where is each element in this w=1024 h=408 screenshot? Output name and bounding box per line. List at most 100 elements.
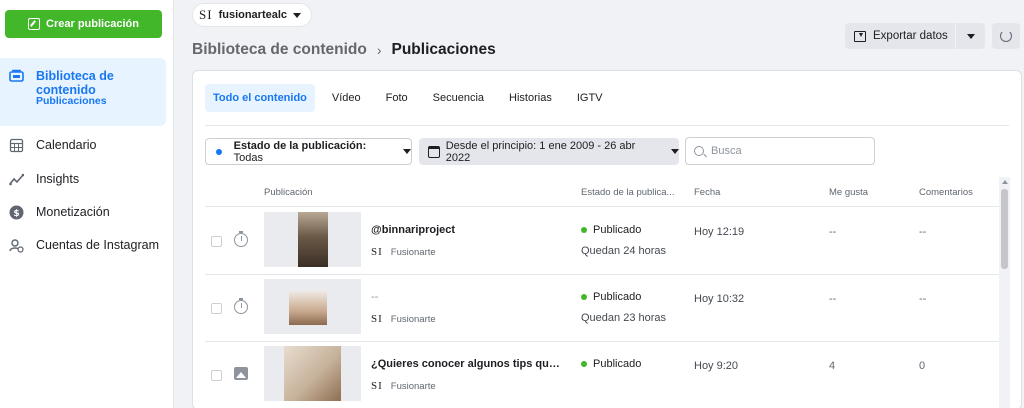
time-remaining: Quedan 23 horas [581, 312, 667, 324]
post-thumbnail[interactable] [264, 279, 361, 334]
sidebar-item-label: Biblioteca de contenido [36, 69, 114, 97]
post-account: SI Fusionarte [371, 246, 436, 258]
sidebar-item-content-library[interactable]: Biblioteca de contenido Publicaciones [0, 58, 166, 126]
post-comments: 0 [919, 360, 926, 372]
clock-icon [234, 298, 249, 315]
dollar-icon: $ [9, 205, 24, 219]
post-thumbnail[interactable] [264, 346, 361, 401]
svg-text:$: $ [13, 209, 19, 219]
tab-all-content[interactable]: Todo el contenido [205, 84, 315, 112]
post-date: Hoy 10:32 [694, 293, 745, 305]
export-label: Exportar datos [873, 30, 948, 42]
tab-carousel[interactable]: Secuencia [425, 84, 492, 112]
time-remaining: Quedan 24 horas [581, 245, 667, 257]
tab-photo[interactable]: Foto [378, 84, 416, 112]
account-logo: SI [371, 313, 383, 325]
published-dot-icon [581, 361, 587, 367]
scrollbar-thumb[interactable] [1001, 189, 1008, 269]
status-badge: Publicado [581, 291, 641, 303]
page-title: Publicaciones [391, 41, 496, 58]
date-range-label: Desde el principio: 1 ene 2009 - 26 abr … [445, 139, 636, 164]
post-comments: -- [919, 226, 927, 238]
status-filter-text: Estado de la publicación: Todas [234, 140, 388, 164]
calendar-icon [9, 138, 24, 152]
download-icon [854, 30, 866, 42]
column-header-comments[interactable]: Comentarios [919, 187, 973, 198]
sidebar-item-instagram-accounts[interactable]: Cuentas de Instagram [0, 230, 166, 260]
refresh-icon [1000, 30, 1012, 42]
search-input[interactable] [711, 145, 861, 157]
create-post-button[interactable]: Crear publicación [5, 10, 162, 38]
tab-igtv[interactable]: IGTV [569, 84, 611, 112]
sidebar-item-label: Calendario [36, 138, 97, 152]
edit-icon [28, 18, 41, 30]
column-header-status[interactable]: Estado de la publica... [581, 187, 674, 198]
column-header-post[interactable]: Publicación [264, 187, 313, 198]
post-likes: 4 [829, 360, 836, 372]
status-filter-value: Todas [233, 151, 263, 164]
chevron-down-icon [403, 149, 411, 154]
breadcrumb: Biblioteca de contenido › Publicaciones [192, 41, 496, 59]
accounts-icon [9, 238, 24, 253]
post-account: SI Fusionarte [371, 380, 436, 392]
tab-stories[interactable]: Historias [501, 84, 560, 112]
status-text: Publicado [593, 358, 642, 370]
table-header: Publicación Estado de la publica... Fech… [205, 177, 1001, 207]
tabs-divider [205, 125, 1009, 126]
post-likes: -- [829, 226, 837, 238]
export-options-button[interactable] [956, 23, 985, 49]
column-header-likes[interactable]: Me gusta [829, 187, 868, 198]
status-filter-dropdown[interactable]: Estado de la publicación: Todas [205, 138, 412, 165]
post-title[interactable]: -- [371, 291, 378, 303]
post-account-name: Fusionarte [390, 246, 436, 258]
chevron-down-icon [293, 12, 302, 18]
status-badge: Publicado [581, 224, 641, 236]
chevron-down-icon [671, 149, 679, 154]
row-checkbox[interactable] [211, 303, 222, 314]
table-scrollbar[interactable] [999, 177, 1010, 408]
tab-video[interactable]: Vídeo [324, 84, 369, 112]
post-title[interactable]: @binnariproject [371, 224, 455, 236]
export-data-button[interactable]: Exportar datos [845, 23, 955, 49]
row-checkbox[interactable] [211, 370, 222, 381]
table-row[interactable]: @binnariproject SI Fusionarte Publicado … [205, 208, 1001, 275]
insights-icon [9, 173, 24, 185]
search-box [685, 137, 875, 165]
table-row[interactable]: -- SI Fusionarte Publicado Quedan 23 hor… [205, 275, 1001, 342]
post-likes: -- [829, 293, 837, 305]
table-row[interactable]: ¿Quieres conocer algunos tips que te... … [205, 342, 1001, 408]
library-icon [9, 69, 24, 82]
sidebar-item-label: Insights [36, 172, 80, 186]
post-account: SI Fusionarte [371, 313, 436, 325]
post-thumbnail[interactable] [264, 212, 361, 267]
post-title[interactable]: ¿Quieres conocer algunos tips que te... [371, 358, 561, 370]
status-dot-icon [216, 148, 222, 155]
column-header-date[interactable]: Fecha [694, 187, 720, 198]
sidebar-item-calendar[interactable]: Calendario [0, 130, 166, 160]
date-range-dropdown[interactable]: Desde el principio: 1 ene 2009 - 26 abr … [419, 138, 679, 165]
sidebar-item-monetization[interactable]: $ Monetización [0, 197, 166, 227]
published-dot-icon [581, 227, 587, 233]
sidebar-item-label: Monetización [36, 205, 110, 219]
chevron-down-icon [966, 33, 975, 39]
search-icon [694, 146, 704, 156]
create-post-label: Crear publicación [46, 18, 139, 30]
row-checkbox[interactable] [211, 236, 222, 247]
clock-icon [234, 231, 249, 248]
content-card: Todo el contenido Vídeo Foto Secuencia H… [192, 70, 1022, 408]
post-date: Hoy 12:19 [694, 226, 745, 238]
sidebar-item-label: Cuentas de Instagram [36, 238, 159, 252]
account-selector[interactable]: SI fusionartealc [192, 3, 313, 27]
published-dot-icon [581, 294, 587, 300]
refresh-button[interactable] [992, 23, 1020, 49]
post-date: Hoy 9:20 [694, 360, 739, 372]
account-logo: SI [371, 380, 383, 392]
sidebar-item-insights[interactable]: Insights [0, 164, 166, 194]
breadcrumb-parent[interactable]: Biblioteca de contenido [192, 41, 367, 59]
sidebar: Crear publicación Biblioteca de contenid… [0, 0, 174, 408]
status-text: Publicado [593, 224, 642, 236]
sidebar-subitem-posts[interactable]: Publicaciones [36, 95, 107, 107]
calendar-icon [428, 145, 440, 158]
scroll-up-icon[interactable] [1002, 180, 1008, 184]
post-account-name: Fusionarte [390, 313, 436, 325]
